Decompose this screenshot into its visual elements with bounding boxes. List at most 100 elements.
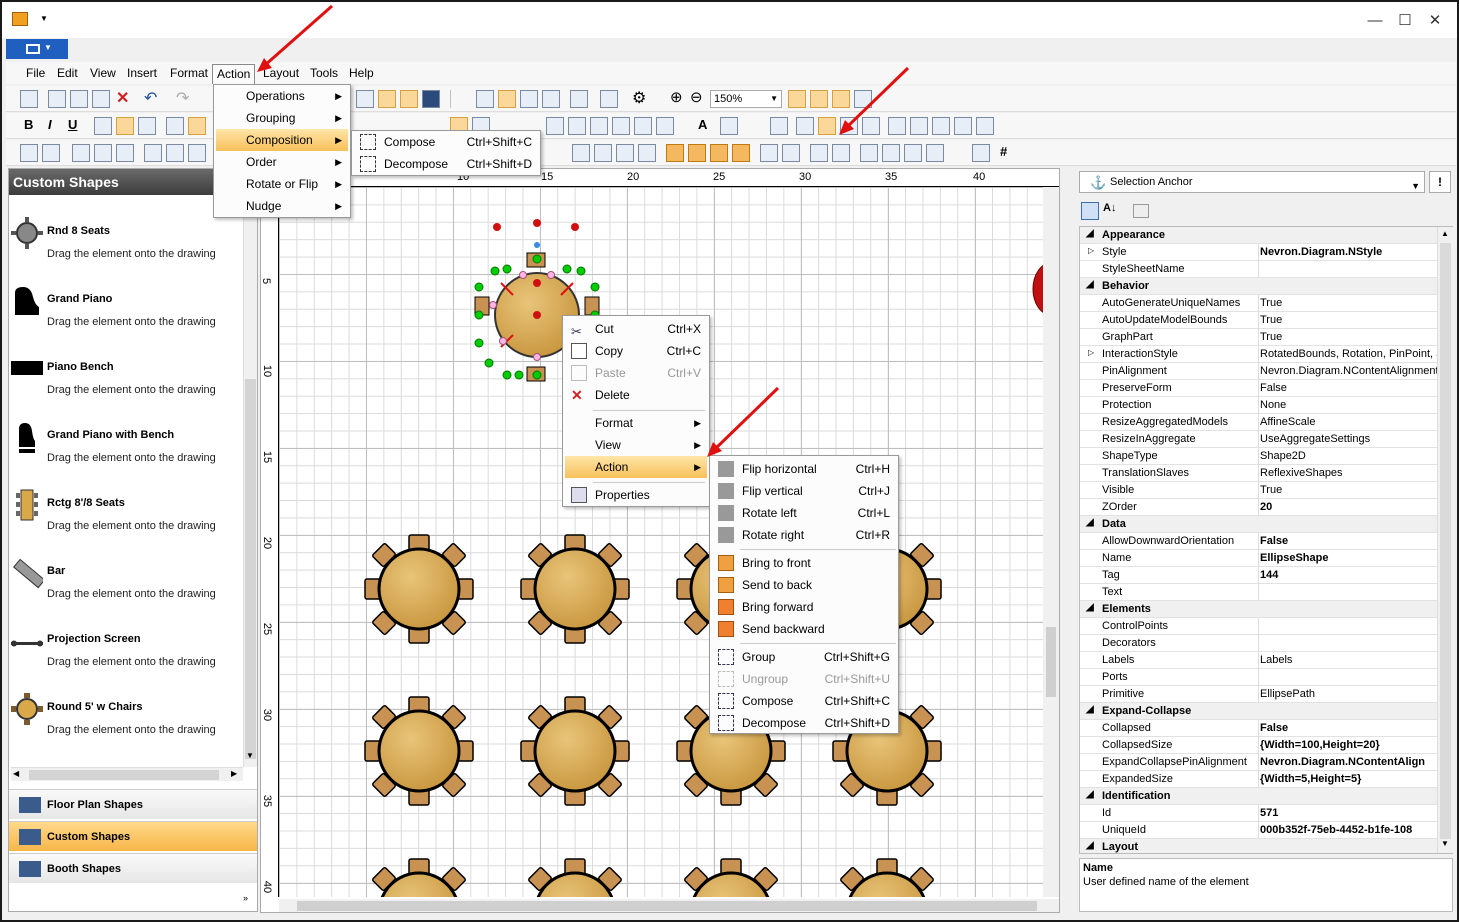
scroll-thumb[interactable] — [1046, 627, 1056, 697]
polyline-tool-icon[interactable] — [612, 117, 630, 135]
view-panel-3-icon[interactable] — [932, 117, 950, 135]
property-value[interactable]: 571 — [1260, 807, 1438, 821]
table-grid-icon[interactable] — [570, 90, 588, 108]
property-category[interactable]: ◢ Appearance — [1080, 227, 1438, 244]
menu-item-format[interactable]: Format ▶ — [565, 412, 707, 434]
property-row[interactable]: AutoGenerateUniqueNames True — [1080, 295, 1438, 312]
property-row[interactable]: AutoUpdateModelBounds True — [1080, 312, 1438, 329]
bridge-icon[interactable] — [854, 90, 872, 108]
snap-icon[interactable] — [378, 90, 396, 108]
shape-item-bar[interactable]: Bar Drag the element onto the drawing — [9, 553, 241, 621]
menu-layout[interactable]: Layout — [259, 64, 303, 84]
collapse-icon[interactable]: ◢ — [1086, 517, 1094, 528]
page-icon[interactable] — [600, 90, 618, 108]
resize-height-icon[interactable] — [882, 144, 900, 162]
property-row[interactable]: Primitive EllipsePath — [1080, 686, 1438, 703]
delete-icon[interactable]: ✕ — [116, 88, 129, 108]
menu-view[interactable]: View — [86, 64, 120, 84]
property-value[interactable]: 20 — [1260, 501, 1438, 515]
expand-icon[interactable]: ▷ — [1088, 348, 1094, 357]
chevron-down-icon[interactable]: ▼ — [246, 751, 254, 760]
property-row[interactable]: Collapsed False — [1080, 720, 1438, 737]
menu-item-order[interactable]: Order ▶ — [216, 151, 348, 173]
property-value[interactable]: True — [1260, 314, 1438, 328]
compose-icon[interactable] — [810, 144, 828, 162]
flip-horizontal-icon[interactable] — [572, 144, 590, 162]
property-value[interactable] — [1260, 671, 1438, 685]
fit-icon[interactable] — [400, 90, 418, 108]
menu-item-delete[interactable]: ✕ Delete — [565, 384, 707, 406]
property-row[interactable]: Labels Labels — [1080, 652, 1438, 669]
menu-item-action[interactable]: Action ▶ — [565, 456, 707, 478]
property-value[interactable]: True — [1260, 484, 1438, 498]
property-row[interactable]: PreserveForm False — [1080, 380, 1438, 397]
gear-icon[interactable]: ⚙ — [632, 88, 646, 108]
menu-item-bring-forward[interactable]: Bring forward — [712, 596, 896, 618]
group-icon[interactable] — [760, 144, 778, 162]
menu-action[interactable]: Action — [212, 64, 256, 84]
open-folder-icon[interactable] — [818, 117, 836, 135]
property-category[interactable]: ◢ Expand-Collapse — [1080, 703, 1438, 720]
send-to-back-icon[interactable] — [688, 144, 706, 162]
horizontal-scrollbar[interactable]: ◀ ▶ — [11, 767, 243, 781]
quick-access-dropdown-icon[interactable]: ▼ — [40, 14, 48, 23]
menu-item-rotate-or-flip[interactable]: Rotate or Flip ▶ — [216, 173, 348, 195]
hand-tool-icon[interactable] — [770, 117, 788, 135]
alphabetical-icon[interactable]: A↓ — [1103, 202, 1121, 220]
property-value[interactable]: {Width=100,Height=20} — [1260, 739, 1438, 753]
menu-item-decompose[interactable]: Decompose Ctrl+Shift+D — [712, 712, 896, 734]
align-rights-icon[interactable] — [116, 144, 134, 162]
property-value[interactable]: Shape2D — [1260, 450, 1438, 464]
property-row[interactable]: Text — [1080, 584, 1438, 601]
property-value[interactable]: Labels — [1260, 654, 1438, 668]
bold-button[interactable]: B — [24, 117, 33, 132]
categorized-icon[interactable] — [1081, 202, 1099, 220]
scroll-thumb[interactable] — [245, 379, 256, 759]
property-category[interactable]: ◢ Behavior — [1080, 278, 1438, 295]
menu-item-group[interactable]: Group Ctrl+Shift+G — [712, 646, 896, 668]
property-value[interactable]: Nevron.Diagram.NContentAlign — [1260, 756, 1438, 770]
zoom-in-icon[interactable]: ⊕ — [670, 88, 683, 106]
canvas-horizontal-scrollbar[interactable] — [279, 899, 1059, 912]
application-menu-button[interactable]: ▼ — [6, 39, 68, 59]
help-button[interactable]: ! — [1429, 171, 1451, 193]
expand-icon[interactable]: ▷ — [1088, 246, 1094, 255]
menu-item-decompose[interactable]: Decompose Ctrl+Shift+D — [354, 153, 538, 175]
menu-item-nudge[interactable]: Nudge ▶ — [216, 195, 348, 217]
property-row[interactable]: Decorators — [1080, 635, 1438, 652]
shape-item-rnd-8-seats[interactable]: Rnd 8 Seats Drag the element onto the dr… — [9, 213, 241, 281]
category-custom-shapes[interactable]: Custom Shapes — [9, 821, 257, 851]
collapse-icon[interactable]: ◢ — [1086, 789, 1094, 800]
view-panel-2-icon[interactable] — [910, 117, 928, 135]
align-tops-icon[interactable] — [144, 144, 162, 162]
property-value[interactable]: UseAggregateSettings — [1260, 433, 1438, 447]
cut-icon[interactable] — [48, 90, 66, 108]
chevron-left-icon[interactable]: ◀ — [13, 769, 19, 778]
move-up-icon[interactable] — [904, 144, 922, 162]
rotate-right-icon[interactable] — [638, 144, 656, 162]
collapse-icon[interactable]: ◢ — [1086, 602, 1094, 613]
collapse-icon[interactable]: ◢ — [1086, 840, 1094, 851]
maximize-button[interactable]: ☐ — [1390, 10, 1420, 32]
property-row[interactable]: GraphPart True — [1080, 329, 1438, 346]
menu-item-rotate-left[interactable]: Rotate left Ctrl+L — [712, 502, 896, 524]
distribute-icon[interactable] — [20, 144, 38, 162]
copy-icon[interactable] — [70, 90, 88, 108]
menu-item-bring-to-front[interactable]: Bring to front — [712, 552, 896, 574]
category-floor-plan-shapes[interactable]: Floor Plan Shapes — [9, 789, 257, 819]
scroll-thumb[interactable] — [1440, 243, 1451, 839]
flip-vertical-icon[interactable] — [594, 144, 612, 162]
property-value[interactable]: False — [1260, 722, 1438, 736]
property-value[interactable]: True — [1260, 331, 1438, 345]
property-row[interactable]: ResizeAggregatedModels AffineScale — [1080, 414, 1438, 431]
vertical-scrollbar[interactable]: ▼ — [243, 199, 257, 767]
property-row[interactable]: UniqueId 000b352f-75eb-4452-b1fe-108 — [1080, 822, 1438, 839]
menu-item-compose[interactable]: Compose Ctrl+Shift+C — [712, 690, 896, 712]
align-right-icon[interactable] — [138, 117, 156, 135]
menu-item-flip-horizontal[interactable]: Flip horizontal Ctrl+H — [712, 458, 896, 480]
scroll-thumb[interactable] — [29, 770, 219, 780]
arc-tool-icon[interactable] — [568, 117, 586, 135]
property-row[interactable]: Tag 144 — [1080, 567, 1438, 584]
shape-item-round-5-chairs[interactable]: Round 5' w Chairs Drag the element onto … — [9, 689, 241, 757]
closed-curve-tool-icon[interactable] — [656, 117, 674, 135]
